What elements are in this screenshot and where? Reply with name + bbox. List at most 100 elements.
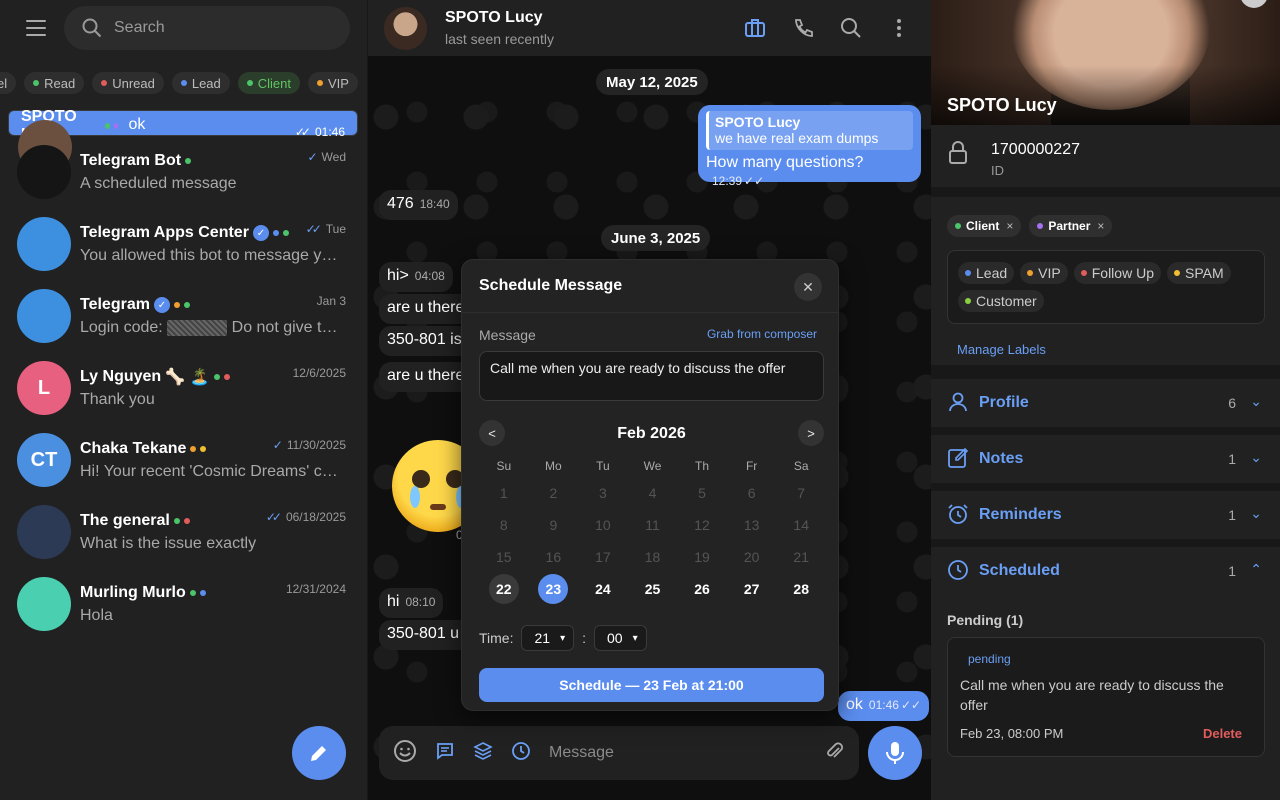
chat-list-item[interactable]: L Ly Nguyen 🦴 🏝️ Thank you 12/6/2025 xyxy=(8,352,358,424)
chat-list-item[interactable]: SPOTO Lucyok✓✓01:46 xyxy=(8,108,358,174)
label-option-spam[interactable]: SPAM xyxy=(1166,262,1231,284)
message-text: ok xyxy=(846,696,863,713)
quote-author: SPOTO Lucy xyxy=(715,114,801,130)
label-filter-unread[interactable]: Unread xyxy=(92,72,164,94)
day-number: 11 xyxy=(645,517,660,533)
calendar-day: 14 xyxy=(776,509,826,541)
chat-header[interactable]: SPOTO Lucy last seen recently xyxy=(368,0,931,56)
delete-button[interactable]: Delete xyxy=(1203,726,1242,741)
chat-title[interactable]: SPOTO Lucy xyxy=(445,9,543,27)
calendar-day: 1 xyxy=(479,477,529,509)
message-input[interactable] xyxy=(549,744,779,762)
calendar-day: 16 xyxy=(529,541,579,573)
label-filter-lead[interactable]: Lead xyxy=(171,72,230,94)
next-month-button[interactable]: > xyxy=(798,420,824,446)
section-reminders[interactable]: Reminders 1 ⌄ xyxy=(931,491,1280,539)
assigned-tags: Client × Partner × xyxy=(947,215,1113,237)
day-number: 13 xyxy=(743,517,760,533)
message-outgoing[interactable]: SPOTO Lucy we have real exam dumps How m… xyxy=(698,105,921,188)
remove-tag-icon[interactable]: × xyxy=(1006,219,1013,233)
calendar-day[interactable]: 24 xyxy=(578,573,628,605)
calendar-day[interactable]: 26 xyxy=(677,573,727,605)
chat-list-item[interactable]: Telegram Bot A scheduled message ✓ Wed xyxy=(8,136,358,208)
chat-avatar[interactable] xyxy=(384,7,427,50)
calendar-day[interactable]: 28 xyxy=(776,573,826,605)
section-scheduled[interactable]: Scheduled 1 ⌃ xyxy=(931,547,1280,595)
chat-list-item[interactable]: Murling Murlo Hola 12/31/2024 xyxy=(8,568,358,640)
clock-icon[interactable] xyxy=(511,741,531,766)
label-option-lead[interactable]: Lead xyxy=(958,262,1015,284)
microphone-icon xyxy=(886,742,904,764)
label-filter-el[interactable]: el xyxy=(0,72,17,94)
search-box[interactable] xyxy=(64,6,350,50)
search-icon[interactable] xyxy=(837,14,865,42)
clock-icon xyxy=(948,560,968,580)
layers-icon[interactable] xyxy=(473,741,493,766)
manage-labels-link[interactable]: Manage Labels xyxy=(957,342,1046,357)
user-id-row[interactable]: 1700000227 ID xyxy=(931,125,1280,187)
day-number: 6 xyxy=(747,485,756,501)
label-text: Customer xyxy=(976,293,1037,309)
calendar-day[interactable]: 27 xyxy=(727,573,777,605)
section-profile[interactable]: Profile 6 ⌄ xyxy=(931,379,1280,427)
tag-partner[interactable]: Partner × xyxy=(1029,215,1113,237)
label-option-customer[interactable]: Customer xyxy=(958,290,1044,312)
tag-client[interactable]: Client × xyxy=(947,215,1022,237)
label-dot xyxy=(246,80,253,86)
calendar-day[interactable]: 25 xyxy=(628,573,678,605)
menu-icon[interactable] xyxy=(20,14,52,42)
schedule-button[interactable]: Schedule — 23 Feb at 21:00 xyxy=(479,668,824,702)
label-dot xyxy=(965,270,971,276)
label-filter-client[interactable]: Client xyxy=(237,72,301,94)
message-incoming[interactable]: 476 18:40 xyxy=(379,190,458,220)
message-time: 04:08 xyxy=(414,269,445,283)
compose-button[interactable] xyxy=(292,726,346,780)
chat-date-row: 12/31/2024 xyxy=(286,582,346,596)
day-number: 4 xyxy=(648,485,657,501)
chat-preview: What is the issue exactly xyxy=(80,535,257,552)
calendar-day[interactable]: 22 xyxy=(479,573,529,605)
message-outgoing[interactable]: ok 01:46 ✓✓ xyxy=(838,691,930,721)
minute-select[interactable]: 00 ▾ xyxy=(593,625,647,651)
chat-list-item[interactable]: CT Chaka Tekane Hi! Your recent 'Cosmic Dr… xyxy=(8,424,358,496)
day-number: 18 xyxy=(644,549,661,565)
message-label: Message xyxy=(479,327,536,343)
search-input[interactable] xyxy=(114,19,314,37)
chat-list: SPOTO Lucyok✓✓01:46Telegram Bot A schedul… xyxy=(8,108,358,640)
chat-list-item[interactable]: Telegram✓ Login code: Do not give this co… xyxy=(8,280,358,352)
read-check-icon: ✓ xyxy=(272,438,283,452)
label-filter-text: VIP xyxy=(328,75,349,91)
pencil-icon xyxy=(311,746,326,761)
day-number: 5 xyxy=(698,485,706,501)
message-incoming[interactable]: hi 08:10 xyxy=(379,588,444,618)
voice-record-button[interactable] xyxy=(868,726,922,780)
grab-from-composer-link[interactable]: Grab from composer xyxy=(707,327,817,341)
chat-list-item[interactable]: The general What is the issue exactly ✓✓ 06… xyxy=(8,496,358,568)
calendar-day: 17 xyxy=(578,541,628,573)
message-incoming[interactable]: hi> 04:08 xyxy=(379,262,453,292)
label-filter-read[interactable]: Read xyxy=(24,72,85,94)
label-option-vip[interactable]: VIP xyxy=(1020,262,1068,284)
attach-icon[interactable] xyxy=(823,740,845,767)
chat-list-item[interactable]: Telegram Apps Center ✓ You allowed this bo… xyxy=(8,208,358,280)
quick-reply-icon[interactable] xyxy=(435,741,455,766)
emoji-icon[interactable] xyxy=(393,739,417,768)
briefcase-icon[interactable] xyxy=(741,14,769,42)
label-filter-vip[interactable]: VIP xyxy=(308,72,358,94)
hour-select[interactable]: 21 ▾ xyxy=(521,625,575,651)
calendar-day[interactable]: 23 xyxy=(529,573,579,605)
phone-icon[interactable] xyxy=(789,14,817,42)
section-notes[interactable]: Notes 1 ⌄ xyxy=(931,435,1280,483)
message-composer xyxy=(379,726,859,780)
label-filter-text: Read xyxy=(44,75,76,91)
remove-tag-icon[interactable]: × xyxy=(1097,219,1104,233)
reply-quote[interactable]: SPOTO Lucy we have real exam dumps xyxy=(706,111,913,150)
chat-list-panel: el Read Unread Lead Client VIP SPOTO Lucyok✓✓… xyxy=(0,0,367,800)
more-icon[interactable] xyxy=(885,14,913,42)
label-dot xyxy=(173,518,180,524)
scheduled-message-field[interactable]: Call me when you are ready to discuss th… xyxy=(479,351,824,401)
close-icon[interactable]: ✕ xyxy=(794,273,822,301)
label-dot xyxy=(190,446,197,452)
label-option-follow-up[interactable]: Follow Up xyxy=(1073,262,1161,284)
calendar-day: 3 xyxy=(578,477,628,509)
